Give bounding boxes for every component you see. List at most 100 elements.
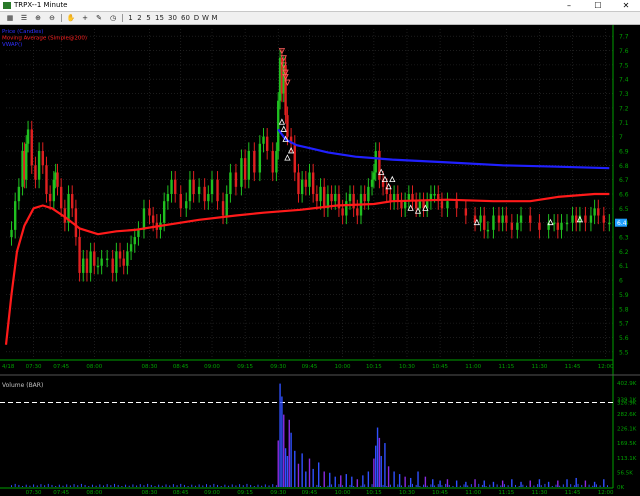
candle-body bbox=[315, 194, 319, 202]
time-axis-tick: 11:30 bbox=[531, 364, 547, 370]
candle-body bbox=[229, 172, 232, 194]
candle-body bbox=[210, 179, 214, 194]
time-axis-tick: 10:45 bbox=[432, 364, 448, 370]
interval-W[interactable]: W bbox=[201, 12, 210, 24]
candle-body bbox=[216, 179, 219, 202]
candle-body bbox=[179, 194, 182, 209]
candle-body bbox=[126, 251, 129, 266]
candle-body bbox=[400, 201, 403, 209]
volume-time-axis-tick: 09:00 bbox=[204, 490, 220, 496]
candle-body bbox=[137, 229, 140, 238]
legend-entry: Price (Candles) bbox=[2, 29, 43, 35]
volume-axis-tick: 0K bbox=[617, 485, 624, 491]
time-axis-tick: 07:30 bbox=[26, 364, 42, 370]
candle-body bbox=[370, 179, 374, 187]
candle-body bbox=[584, 215, 587, 223]
candle-body bbox=[440, 201, 444, 209]
window-title: TRPX--1 Minute bbox=[14, 1, 68, 9]
candle-body bbox=[129, 244, 133, 252]
interval-D[interactable]: D bbox=[192, 12, 201, 24]
volume-time-axis-tick: 07:30 bbox=[26, 490, 42, 496]
interval-15[interactable]: 15 bbox=[153, 12, 166, 24]
volume-axis-tick: 226.1K bbox=[617, 427, 637, 433]
volume-axis-tick: 113.1K bbox=[617, 456, 637, 462]
candle-body bbox=[519, 215, 523, 223]
candle-body bbox=[446, 201, 449, 209]
candle-body bbox=[85, 258, 89, 273]
grid-icon[interactable]: ▦ bbox=[4, 12, 16, 24]
volume-time-axis-tick: 11:30 bbox=[531, 490, 547, 496]
candle-body bbox=[565, 222, 569, 225]
hand-icon[interactable]: ✋ bbox=[65, 12, 77, 24]
price-axis-tick: 5.6 bbox=[619, 335, 629, 342]
candle-body bbox=[271, 150, 274, 173]
candle-body bbox=[479, 215, 482, 223]
interval-5[interactable]: 5 bbox=[144, 12, 153, 24]
title-bar: TRPX--1 Minute – ☐ ✕ bbox=[0, 0, 640, 12]
candle-body bbox=[571, 215, 574, 223]
price-axis-tick: 6.3 bbox=[619, 235, 629, 242]
time-axis-tick: 07:45 bbox=[53, 364, 69, 370]
volume-axis-tick: 56.5K bbox=[617, 470, 633, 476]
candle-body bbox=[297, 172, 300, 194]
candle-body bbox=[253, 150, 256, 173]
date-label: 4/18 bbox=[2, 364, 15, 370]
volume-title: Volume (BAR) bbox=[2, 382, 43, 389]
legend-entry: VWAP() bbox=[2, 42, 22, 48]
candle-body bbox=[455, 201, 458, 209]
volume-time-axis-tick: 10:30 bbox=[399, 490, 415, 496]
candle-body bbox=[602, 215, 606, 223]
pencil-icon[interactable]: ✎ bbox=[93, 12, 105, 24]
price-axis-tick: 6.2 bbox=[619, 249, 629, 256]
interval-1[interactable]: 1 bbox=[126, 12, 135, 24]
candle-body bbox=[414, 201, 418, 209]
volume-time-axis-tick: 09:15 bbox=[237, 490, 253, 496]
candle-body bbox=[52, 179, 56, 202]
clock-icon[interactable]: ◷ bbox=[107, 12, 119, 24]
time-axis-tick: 11:45 bbox=[565, 364, 581, 370]
volume-axis-tick: 402.9K bbox=[617, 381, 637, 387]
time-axis-tick: 10:00 bbox=[335, 364, 351, 370]
candle-body bbox=[505, 215, 508, 223]
add-icon[interactable]: + bbox=[79, 12, 91, 24]
time-axis-tick: 09:45 bbox=[302, 364, 318, 370]
zoom-in-icon[interactable]: ⊕ bbox=[32, 12, 44, 24]
candle-body bbox=[464, 208, 468, 216]
list-icon[interactable]: ☰ bbox=[18, 12, 30, 24]
app-icon bbox=[3, 2, 11, 9]
interval-M[interactable]: M bbox=[210, 12, 219, 24]
price-axis-tick: 7.6 bbox=[619, 48, 629, 55]
candle-body bbox=[17, 186, 21, 202]
price-axis-tick: 7 bbox=[619, 134, 623, 141]
candle-body bbox=[74, 208, 78, 238]
interval-60[interactable]: 60 bbox=[179, 12, 192, 24]
candle-body bbox=[174, 179, 177, 194]
interval-30[interactable]: 30 bbox=[166, 12, 179, 24]
candle-body bbox=[166, 194, 170, 202]
maximize-button[interactable]: ☐ bbox=[584, 0, 612, 11]
price-axis-tick: 6.5 bbox=[619, 206, 629, 213]
candle-body bbox=[243, 158, 247, 180]
time-axis-tick: 12:00 bbox=[598, 364, 614, 370]
zoom-out-icon[interactable]: ⊖ bbox=[46, 12, 58, 24]
candle-body bbox=[13, 201, 17, 230]
candle-body bbox=[589, 215, 593, 223]
price-axis-tick: 7.3 bbox=[619, 91, 629, 98]
volume-time-axis-tick: 08:45 bbox=[173, 490, 189, 496]
volume-axis-tick: 282.6K bbox=[617, 412, 637, 418]
interval-2[interactable]: 2 bbox=[135, 12, 144, 24]
candle-body bbox=[284, 64, 287, 116]
price-axis-tick: 5.5 bbox=[619, 349, 629, 356]
volume-time-axis-tick: 08:00 bbox=[86, 490, 102, 496]
close-button[interactable]: ✕ bbox=[612, 0, 640, 11]
candle-body bbox=[300, 179, 304, 194]
candle-body bbox=[483, 215, 486, 230]
candle-body bbox=[41, 150, 44, 166]
candle-body bbox=[552, 222, 556, 225]
candle-body bbox=[529, 215, 532, 223]
candle-body bbox=[82, 258, 85, 273]
candle-body bbox=[556, 222, 560, 230]
price-axis-tick: 5.9 bbox=[619, 292, 629, 299]
minimize-button[interactable]: – bbox=[555, 0, 583, 11]
chart-area[interactable]: 7.7 7.6 7.5 7.4 7.3 7.2 7.1 7 6.9 6.8 6.7 6.6 6.5 6.4… bbox=[0, 25, 640, 496]
